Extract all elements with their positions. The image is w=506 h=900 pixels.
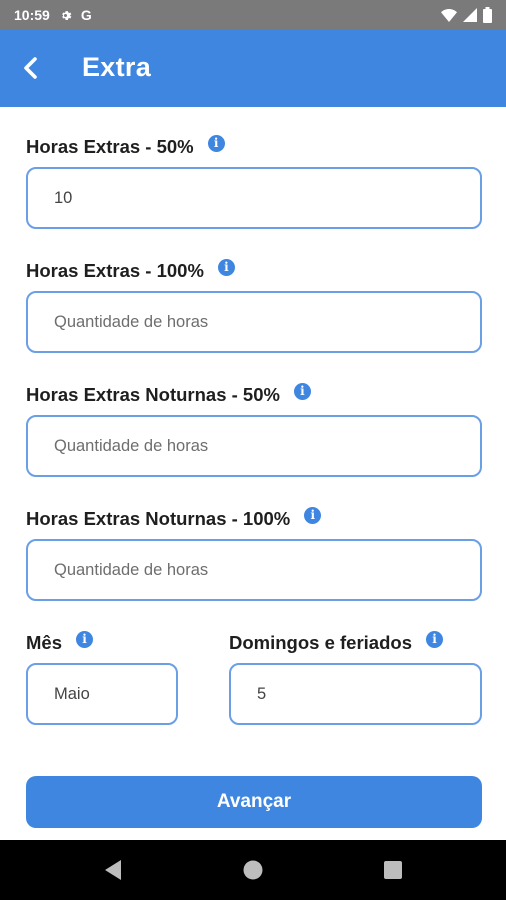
page-title: Extra bbox=[82, 52, 152, 82]
extras-100-field[interactable] bbox=[26, 291, 482, 353]
noturnas-50-field[interactable] bbox=[26, 415, 482, 477]
signal-icon bbox=[463, 8, 477, 22]
noturnas-50-label-text: Horas Extras Noturnas - 50% bbox=[26, 384, 280, 405]
app-bar: Extra bbox=[0, 30, 506, 107]
back-nav-icon[interactable] bbox=[103, 859, 123, 886]
home-nav-icon[interactable] bbox=[243, 860, 263, 885]
noturnas-50-input[interactable] bbox=[52, 435, 480, 457]
gear-icon bbox=[58, 8, 73, 23]
navigation-bar bbox=[0, 840, 506, 900]
status-left: 10:59 G bbox=[14, 7, 92, 23]
noturnas-100-field[interactable] bbox=[26, 539, 482, 601]
recents-nav-icon[interactable] bbox=[384, 861, 402, 884]
mes-field[interactable] bbox=[26, 663, 178, 725]
info-icon[interactable]: i bbox=[217, 258, 235, 276]
back-button[interactable] bbox=[14, 52, 46, 84]
info-icon[interactable]: i bbox=[207, 134, 225, 152]
extras-50-input[interactable] bbox=[52, 187, 480, 209]
info-icon[interactable]: i bbox=[425, 630, 443, 648]
mes-label-text: Mês bbox=[26, 632, 62, 653]
mes-input[interactable] bbox=[52, 683, 176, 705]
extras-50-label-text: Horas Extras - 50% bbox=[26, 136, 194, 157]
advance-button[interactable]: Avançar bbox=[26, 776, 482, 828]
noturnas-100-label-text: Horas Extras Noturnas - 100% bbox=[26, 508, 291, 529]
status-time: 10:59 bbox=[14, 7, 50, 23]
extras-100-label-text: Horas Extras - 100% bbox=[26, 260, 204, 281]
noturnas-50-label: Horas Extras Noturnas - 50% i bbox=[26, 382, 311, 406]
wifi-icon bbox=[441, 8, 457, 22]
domingos-label-text: Domingos e feriados bbox=[229, 632, 412, 653]
status-right bbox=[441, 7, 492, 23]
extras-50-field[interactable] bbox=[26, 167, 482, 229]
domingos-label: Domingos e feriados i bbox=[229, 630, 443, 654]
info-icon[interactable]: i bbox=[293, 382, 311, 400]
noturnas-100-input[interactable] bbox=[52, 559, 480, 581]
domingos-input[interactable] bbox=[255, 683, 480, 705]
chevron-left-icon bbox=[24, 57, 37, 79]
info-icon[interactable]: i bbox=[76, 630, 93, 648]
extras-100-input[interactable] bbox=[52, 311, 480, 333]
noturnas-100-label: Horas Extras Noturnas - 100% i bbox=[26, 506, 322, 530]
extras-50-label: Horas Extras - 50% i bbox=[26, 134, 225, 158]
extras-100-label: Horas Extras - 100% i bbox=[26, 258, 235, 282]
battery-icon bbox=[483, 7, 492, 23]
info-icon[interactable]: i bbox=[304, 506, 322, 524]
g-icon: G bbox=[80, 7, 92, 23]
status-bar: 10:59 G bbox=[0, 0, 506, 30]
mes-label: Mês i bbox=[26, 630, 93, 654]
domingos-field[interactable] bbox=[229, 663, 482, 725]
